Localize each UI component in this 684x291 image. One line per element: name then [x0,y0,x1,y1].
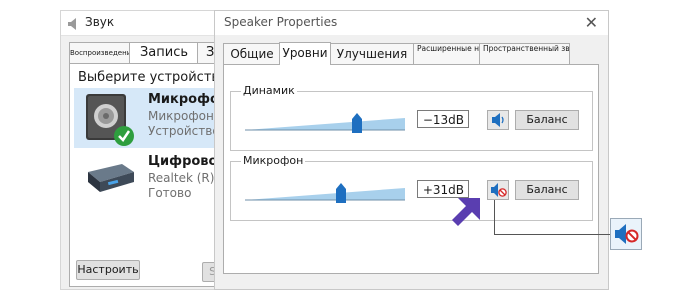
speaker-icon [492,113,504,127]
slider-thumb[interactable] [352,113,362,133]
callout-line-horizontal [494,234,610,235]
speaker-level-value[interactable]: −13dB [417,110,469,128]
device-digital[interactable]: Цифровой Realtek (R) Готово [74,150,230,210]
tab-spatial-sound[interactable]: Пространственный звук [479,43,570,64]
speaker-icon [67,16,81,35]
microphone-level-group: Микрофон +31dB Баланс [230,154,593,221]
speaker-muted-icon [491,183,507,197]
slider-thumb[interactable] [336,183,346,203]
dialog-title: Speaker Properties [224,15,338,29]
device-status: Устройство [148,124,220,138]
speaker-muted-icon [615,224,639,244]
speaker-balance-button[interactable]: Баланс [515,110,579,130]
microphone-group-label: Микрофон [241,154,306,167]
muted-speaker-callout [610,218,642,250]
speaker-volume-slider[interactable] [245,111,415,133]
digital-device-icon [82,154,138,208]
tab-recording[interactable]: Запись [129,42,199,63]
dialog-titlebar: Speaker Properties ✕ [215,11,608,35]
sound-devices-panel: Выберите устройство зап Микрофон Микрофо… [69,63,255,287]
microphone-balance-button[interactable]: Баланс [515,180,579,200]
speaker-properties-dialog: Speaker Properties ✕ Общие Уровни Улучше… [214,10,609,290]
tab-levels[interactable]: Уровни [279,42,331,65]
sound-window-titlebar: Звук [61,11,229,36]
tab-playback[interactable]: Воспроизведение [69,42,131,63]
speaker-group-label: Динамик [241,84,297,97]
device-status: Готово [148,186,192,200]
configure-button[interactable]: Настроить [76,260,140,280]
tab-general[interactable]: Общие [223,43,281,64]
speaker-mute-button[interactable] [487,110,509,130]
microphone-volume-slider[interactable] [245,181,415,203]
callout-line-vertical [494,200,495,234]
sound-window: Звук Воспроизведение Запись Зв Выберите … [60,10,255,290]
microphone-device-icon [82,92,138,152]
levels-panel: Динамик −13dB Баланс Микрофон +31dB Бала… [223,64,599,274]
close-icon[interactable]: ✕ [585,13,598,32]
device-description: Realtek (R) [148,171,215,185]
microphone-mute-button[interactable] [487,180,509,200]
device-microphone[interactable]: Микрофон Микрофон Устройство [74,88,230,148]
speaker-level-group: Динамик −13dB Баланс [230,84,593,151]
device-description: Микрофон [148,109,214,123]
microphone-level-value[interactable]: +31dB [417,180,469,198]
sound-window-title: Звук [85,15,115,29]
dialog-tabs: Общие Уровни Улучшения Расширенные настр… [223,42,603,65]
annotation-arrow-icon [452,198,480,226]
tab-enhancements[interactable]: Улучшения [329,43,415,64]
tab-advanced[interactable]: Расширенные настройки [413,43,484,64]
sound-tabs: Воспроизведение Запись Зв [69,42,231,64]
